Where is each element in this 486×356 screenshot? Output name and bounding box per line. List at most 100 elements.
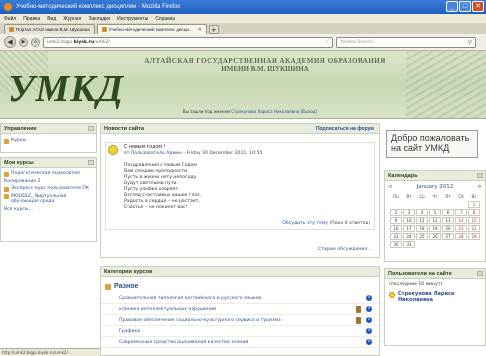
back-button[interactable]: ◀ [4, 36, 16, 48]
info-icon[interactable]: i [366, 317, 372, 323]
calendar-day[interactable]: 28 [455, 233, 467, 240]
calendar-day[interactable]: 15 [468, 217, 480, 224]
info-icon[interactable]: i [366, 295, 372, 301]
user-avatar-icon[interactable] [108, 145, 118, 155]
discuss-link[interactable]: Обсудить эту тему [282, 221, 328, 226]
home-button[interactable]: ⌂ [31, 37, 40, 47]
all-courses-link[interactable]: Все курсы... [1, 206, 96, 214]
calendar-day[interactable]: 9 [390, 217, 402, 224]
older-topics-link[interactable]: Старые обсуждения ... [318, 247, 373, 252]
course-link[interactable]: Экспресс-курс пользователя ПК [1, 185, 96, 193]
minimize-button[interactable]: _ [446, 1, 458, 12]
calendar-day[interactable]: 14 [455, 217, 467, 224]
calendar-empty-cell [442, 201, 454, 208]
calendar-day[interactable]: 7 [455, 209, 467, 216]
new-tab-button[interactable]: + [208, 25, 219, 34]
online-user-link[interactable]: Стрекунова Лариса Николаевна [398, 291, 481, 303]
post-author-link[interactable]: Пользователь Админ [131, 151, 182, 156]
calendar-day[interactable]: 19 [429, 225, 441, 232]
prev-month-button[interactable]: < [388, 184, 393, 190]
calendar-day[interactable]: 4 [416, 209, 428, 216]
url-prefix: umk2.bigpi. [47, 39, 74, 45]
calendar-day[interactable]: 2 [390, 209, 402, 216]
online-users-header: Пользователи на сайте [385, 269, 485, 279]
calendar-day[interactable]: 31 [403, 241, 415, 248]
course-link[interactable]: MOODLE_ Виртуальная обучающая среда [1, 193, 96, 206]
info-icon[interactable]: i [366, 328, 372, 334]
menu-help[interactable]: Справка [155, 16, 175, 22]
calendar-day-name: Пн [393, 194, 399, 199]
calendar-day[interactable]: 1 [468, 201, 480, 208]
url-input[interactable]: umk2.bigpi. biysk.ru/umk2/ ☆ [43, 36, 333, 48]
calendar-day[interactable]: 26 [429, 233, 441, 240]
calendar-day[interactable]: 12 [429, 217, 441, 224]
search-input[interactable]: Yandex Search ⚲ [336, 36, 476, 48]
calendar-day[interactable]: 17 [403, 225, 415, 232]
calendar-day[interactable]: 25 [416, 233, 428, 240]
logged-in-user-link[interactable]: Стрекунова Лариса Николаевна (Выход) [231, 109, 317, 114]
collapse-icon[interactable] [477, 173, 483, 178]
menu-file[interactable]: Файл [4, 16, 16, 22]
search-icon[interactable]: ⚲ [468, 39, 472, 46]
tab-umkd[interactable]: Учебно-методический комплекс дисци... ✕ [96, 24, 207, 34]
course-title-link[interactable]: Графика [119, 329, 140, 334]
calendar-day[interactable]: 18 [416, 225, 428, 232]
menu-history[interactable]: Журнал [63, 16, 81, 22]
menu-tools[interactable]: Инструменты [117, 16, 148, 22]
site-logo[interactable]: УМКД [8, 67, 124, 111]
course-title-link[interactable]: Правовое обеспечение социально-культурно… [119, 318, 281, 323]
calendar-grid: Пн Вт Ср Чт Пт Сб Вс 1 2 3 4 5 6 7 8 9 10 11 12 13 14 15 16 17 1… [385, 193, 485, 248]
category-link[interactable]: Разное [101, 277, 379, 293]
calendar-day[interactable]: 11 [416, 217, 428, 224]
calendar-day[interactable]: 8 [468, 209, 480, 216]
calendar-nav: < January 2012 > [385, 181, 485, 193]
forward-button[interactable]: ▶ [19, 37, 28, 47]
admin-item-courses[interactable]: Курсы [1, 137, 96, 145]
menu-edit[interactable]: Правка [23, 16, 40, 22]
subscribe-link[interactable]: Подписаться на форум [316, 126, 374, 132]
course-title-link[interactable]: клиника интеллектуальных нарушений [119, 307, 216, 312]
tab-portal[interactable]: Портал АГАО имени В.М. Шукшина [4, 24, 95, 34]
info-icon[interactable]: i [366, 339, 372, 345]
calendar-day-name: Чт [432, 194, 438, 199]
calendar-day[interactable]: 30 [390, 241, 402, 248]
calendar-day[interactable]: 20 [442, 225, 454, 232]
collapse-icon[interactable] [477, 271, 483, 276]
course-link[interactable]: Копирование 2 [1, 178, 96, 186]
calendar-day[interactable]: 29 [468, 233, 480, 240]
close-button[interactable]: ✕ [472, 1, 484, 12]
course-row[interactable]: Графика i [101, 326, 379, 337]
calendar-day[interactable]: 16 [390, 225, 402, 232]
course-title-link[interactable]: Современные средства оценивания качества… [119, 340, 248, 345]
course-title-link[interactable]: Сравнительная типология английского и ру… [119, 296, 261, 301]
course-row[interactable]: клиника интеллектуальных нарушений i [101, 304, 379, 315]
maximize-button[interactable]: □ [459, 1, 471, 12]
calendar-month-link[interactable]: January 2012 [417, 184, 454, 190]
collapse-icon[interactable] [88, 160, 94, 165]
course-row[interactable]: Современные средства оценивания качества… [101, 337, 379, 348]
bookmark-star-icon[interactable]: ☆ [325, 39, 329, 45]
calendar-day[interactable]: 6 [442, 209, 454, 216]
online-users-block: Пользователи на сайте (последние 10 мину… [384, 268, 486, 346]
course-row[interactable]: Сравнительная типология английского и ру… [101, 293, 379, 304]
collapse-icon[interactable] [88, 126, 94, 131]
info-icon[interactable]: i [366, 306, 372, 312]
calendar-day[interactable]: 5 [429, 209, 441, 216]
course-row[interactable]: Правовое обеспечение социально-культурно… [101, 315, 379, 326]
calendar-day[interactable]: 23 [390, 233, 402, 240]
calendar-day[interactable]: 21 [455, 225, 467, 232]
calendar-day[interactable]: 22 [468, 225, 480, 232]
category-label: Разное [114, 283, 139, 290]
calendar-day[interactable]: 10 [403, 217, 415, 224]
calendar-day[interactable]: 27 [442, 233, 454, 240]
menu-view[interactable]: Вид [47, 16, 56, 22]
calendar-day[interactable]: 24 [403, 233, 415, 240]
course-link[interactable]: Педагогическая психология [1, 170, 96, 178]
online-user[interactable]: Стрекунова Лариса Николаевна [385, 290, 485, 304]
calendar-day[interactable]: 13 [442, 217, 454, 224]
menu-bookmarks[interactable]: Закладки [88, 16, 110, 22]
tab-close-icon[interactable]: ✕ [198, 27, 202, 33]
calendar-day[interactable]: 3 [403, 209, 415, 216]
course-icon [4, 171, 9, 177]
next-month-button[interactable]: > [477, 184, 482, 190]
